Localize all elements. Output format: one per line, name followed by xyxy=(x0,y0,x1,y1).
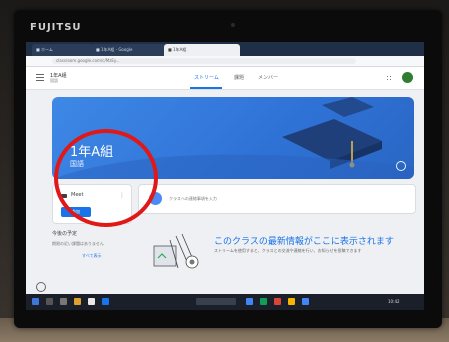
announce-placeholder[interactable]: クラスへの連絡事項を入力 xyxy=(169,196,217,202)
browser-tab-active[interactable]: ■ 1年A組 xyxy=(164,44,240,56)
browser-tab[interactable]: ■ ホーム xyxy=(32,44,94,56)
brand-logo: FUJITSU xyxy=(30,22,82,33)
announce-box[interactable]: クラスへの連絡事項を入力 xyxy=(138,184,416,214)
browser-tab[interactable]: ■ 1年A組 - Google xyxy=(92,44,166,56)
tab-classwork[interactable]: 課題 xyxy=(234,74,244,81)
app-icon[interactable] xyxy=(246,298,253,305)
chrome-icon[interactable] xyxy=(102,298,109,305)
upcoming-title: 今後の予定 xyxy=(52,231,78,237)
address-bar: classroom.google.com/c/MzEy... xyxy=(26,56,424,67)
header-section: 国語 xyxy=(50,78,58,83)
app-icon[interactable] xyxy=(88,298,95,305)
taskbar-app[interactable] xyxy=(196,298,236,305)
account-avatar[interactable] xyxy=(402,72,413,83)
photo: FUJITSU ■ ホーム ■ 1年A組 - Google ■ 1年A組 cla… xyxy=(0,0,449,342)
upcoming-body: 期限の近い課題はありません xyxy=(52,241,104,246)
empty-stream-illustration xyxy=(153,233,199,269)
app-icon[interactable] xyxy=(260,298,267,305)
app-icon[interactable] xyxy=(288,298,295,305)
red-circle-annotation xyxy=(54,129,158,227)
search-icon[interactable] xyxy=(46,298,53,305)
taskbar-clock: 10:42 xyxy=(388,299,400,304)
app-icon[interactable] xyxy=(302,298,309,305)
active-tab-indicator xyxy=(190,87,222,89)
menu-icon[interactable] xyxy=(36,74,44,81)
help-icon[interactable] xyxy=(36,282,46,292)
start-icon[interactable] xyxy=(32,298,39,305)
windows-taskbar: 10:42 xyxy=(26,294,424,310)
classroom-header: 1年A組 国語 ストリーム 課題 メンバー xyxy=(26,67,424,90)
view-all-link[interactable]: すべて表示 xyxy=(52,253,130,259)
empty-state-description: ストリームを使用すると、クラスとの交流や連絡を行い、お知らせを投稿できます xyxy=(214,248,362,253)
front-camera xyxy=(231,23,235,27)
empty-state-headline: このクラスの最新情報がここに表示されます xyxy=(214,237,394,247)
info-icon[interactable] xyxy=(396,161,406,171)
tab-stream[interactable]: ストリーム xyxy=(194,74,219,81)
task-view-icon[interactable] xyxy=(60,298,67,305)
app-icon[interactable] xyxy=(274,298,281,305)
apps-grid-icon[interactable] xyxy=(386,75,393,82)
url-field[interactable]: classroom.google.com/c/MzEy... xyxy=(52,58,356,64)
folder-icon[interactable] xyxy=(74,298,81,305)
upcoming-card: 今後の予定 期限の近い課題はありません すべて表示 xyxy=(52,230,130,276)
browser-tabbar: ■ ホーム ■ 1年A組 - Google ■ 1年A組 xyxy=(26,42,424,56)
tab-people[interactable]: メンバー xyxy=(258,74,278,81)
